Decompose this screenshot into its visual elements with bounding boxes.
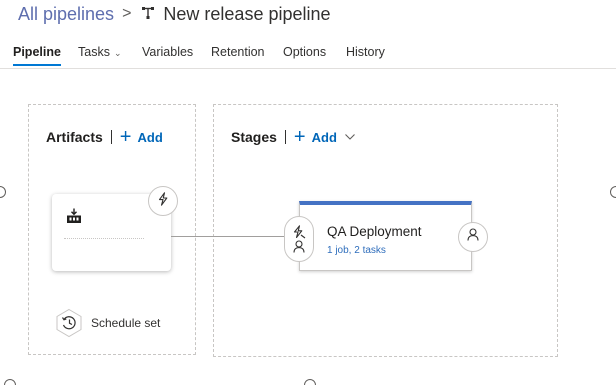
build-icon xyxy=(66,208,82,224)
tab-options[interactable]: Options xyxy=(283,45,326,59)
breadcrumb-separator: > xyxy=(122,5,132,22)
all-pipelines-link[interactable]: All pipelines xyxy=(18,4,114,25)
person-icon xyxy=(467,228,479,246)
plus-icon: + xyxy=(293,126,306,148)
stage-name: QA Deployment xyxy=(327,224,422,239)
canvas-edge-handle-right xyxy=(610,186,616,198)
stage-tasks-link[interactable]: 1 job, 2 tasks xyxy=(327,245,386,256)
stages-title: Stages xyxy=(231,129,277,145)
artifacts-header: Artifacts + Add xyxy=(46,126,163,148)
schedule-trigger[interactable]: Schedule set xyxy=(54,308,160,338)
pre-deployment-trigger-icon[interactable] xyxy=(292,225,306,239)
plus-icon: + xyxy=(119,126,132,148)
breadcrumb: All pipelines > New release pipeline xyxy=(18,3,331,25)
canvas-edge-handle-bottom-center xyxy=(304,379,316,385)
continuous-deployment-trigger-button[interactable] xyxy=(148,186,178,216)
stage-card[interactable]: QA Deployment 1 job, 2 tasks xyxy=(299,201,472,271)
tab-tasks[interactable]: Tasks ⌄ xyxy=(78,45,122,59)
canvas-edge-handle-left xyxy=(0,186,6,198)
tab-variables[interactable]: Variables xyxy=(142,45,193,59)
artifact-stage-connector xyxy=(171,236,288,237)
add-artifact-label: Add xyxy=(137,129,163,145)
add-stage-button[interactable]: + Add xyxy=(293,126,355,148)
release-pipeline-icon xyxy=(141,6,155,22)
tab-retention[interactable]: Retention xyxy=(211,45,265,59)
artifacts-title: Artifacts xyxy=(46,129,103,145)
page-title: New release pipeline xyxy=(163,3,331,24)
header-divider xyxy=(110,130,112,144)
clock-icon xyxy=(54,308,84,338)
lightning-icon xyxy=(157,191,169,211)
tab-bar: Pipeline Tasks ⌄ Variables Retention Opti… xyxy=(0,40,616,69)
chevron-down-icon xyxy=(345,131,355,143)
schedule-label: Schedule set xyxy=(91,316,161,330)
tab-history[interactable]: History xyxy=(346,45,385,59)
stages-header: Stages + Add xyxy=(231,126,355,148)
header-divider xyxy=(284,130,286,144)
chevron-down-icon: ⌄ xyxy=(113,48,122,58)
post-deployment-approvers-button[interactable] xyxy=(458,222,488,252)
pre-deployment-approvers-icon[interactable] xyxy=(293,240,305,253)
add-stage-label: Add xyxy=(311,129,337,145)
add-artifact-button[interactable]: + Add xyxy=(119,126,163,148)
artifact-name-placeholder xyxy=(64,238,144,244)
pre-deployment-conditions xyxy=(284,216,314,262)
tab-pipeline[interactable]: Pipeline xyxy=(13,45,61,66)
canvas-edge-handle-bottom-left xyxy=(4,379,16,385)
